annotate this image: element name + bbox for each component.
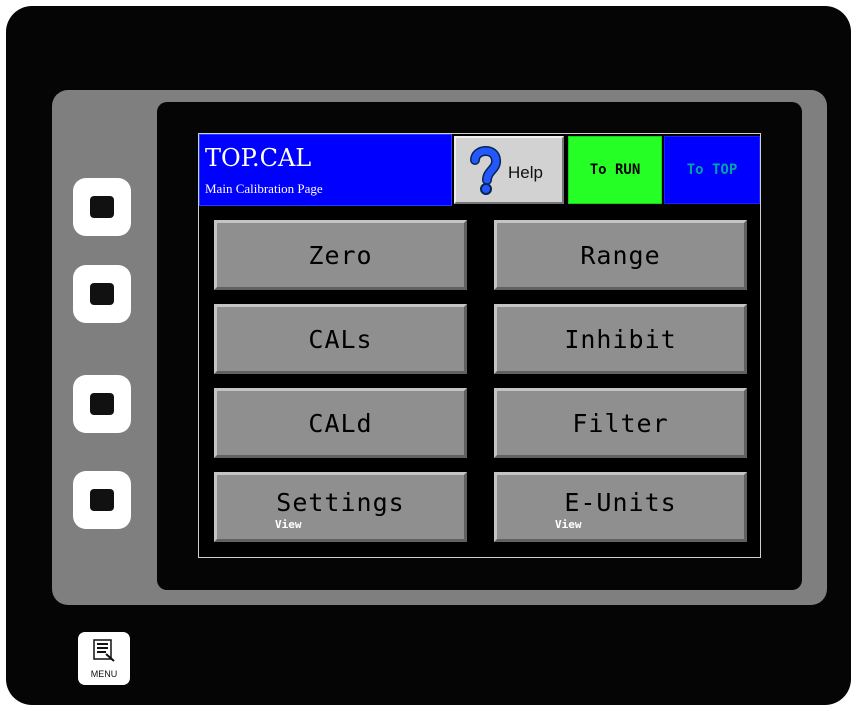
page-title-block: TOP.CAL Main Calibration Page: [199, 134, 452, 206]
soft-key-1[interactable]: [73, 178, 131, 236]
settings-button-label: Settings: [276, 488, 405, 517]
e-units-button-label: E-Units: [564, 488, 677, 517]
menu-key[interactable]: MENU: [78, 632, 130, 685]
to-top-button[interactable]: To TOP: [664, 136, 760, 204]
soft-key-3[interactable]: [73, 375, 131, 433]
settings-button[interactable]: Settings View: [214, 472, 467, 542]
settings-view-label: View: [275, 518, 302, 531]
soft-key-2-icon: [90, 283, 114, 305]
zero-button[interactable]: Zero: [214, 220, 467, 290]
e-units-view-label: View: [555, 518, 582, 531]
menu-key-label: MENU: [90, 669, 118, 679]
menu-icon: [93, 639, 115, 662]
range-button-label: Range: [580, 241, 661, 270]
calibration-screen: TOP.CAL Main Calibration Page Help To RU…: [198, 133, 761, 558]
inhibit-button-label: Inhibit: [564, 325, 677, 354]
soft-key-2[interactable]: [73, 265, 131, 323]
page-subtitle: Main Calibration Page: [205, 181, 323, 196]
cald-button[interactable]: CALd: [214, 388, 467, 458]
cals-button[interactable]: CALs: [214, 304, 467, 374]
soft-key-4-icon: [90, 489, 114, 511]
to-run-button[interactable]: To RUN: [568, 136, 662, 204]
soft-key-3-icon: [90, 393, 114, 415]
filter-button-label: Filter: [572, 409, 669, 438]
cals-button-label: CALs: [308, 325, 373, 354]
filter-button[interactable]: Filter: [494, 388, 747, 458]
range-button[interactable]: Range: [494, 220, 747, 290]
question-mark-icon: [470, 146, 502, 195]
soft-key-1-icon: [90, 196, 114, 218]
e-units-button[interactable]: E-Units View: [494, 472, 747, 542]
help-button[interactable]: Help: [454, 136, 564, 204]
soft-key-4[interactable]: [73, 471, 131, 529]
inhibit-button[interactable]: Inhibit: [494, 304, 747, 374]
cald-button-label: CALd: [308, 409, 373, 438]
help-label: Help: [508, 163, 543, 182]
page-title: TOP.CAL: [205, 144, 312, 172]
zero-button-label: Zero: [308, 241, 373, 270]
